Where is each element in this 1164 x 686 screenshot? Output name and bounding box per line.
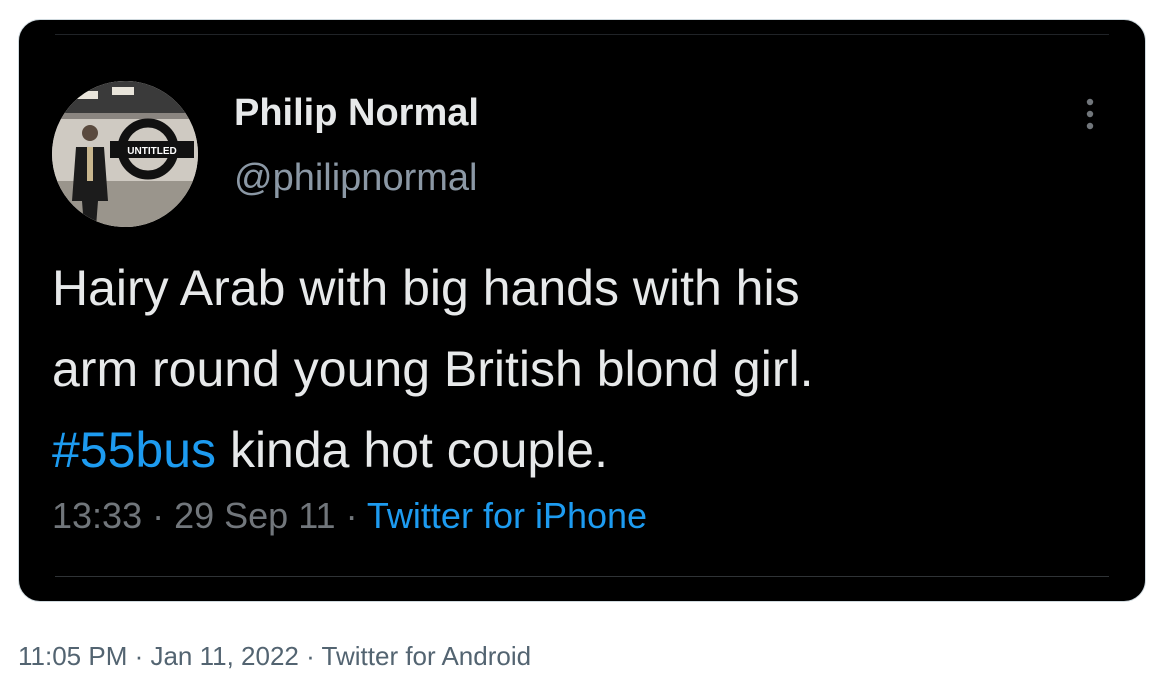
tweet-source[interactable]: Twitter for Android xyxy=(322,641,532,671)
tweet-source-link[interactable]: Twitter for iPhone xyxy=(367,495,647,536)
tweet-text-line: #55bus kinda hot couple. xyxy=(52,410,1112,491)
tweet-time[interactable]: 13:33 xyxy=(52,495,142,536)
avatar[interactable]: UNTITLED xyxy=(52,81,198,227)
more-options-button[interactable] xyxy=(1076,96,1104,132)
divider xyxy=(55,576,1109,577)
meta-separator: · xyxy=(127,641,151,671)
quoted-tweet-card[interactable]: UNTITLED Philip Normal @philipnormal Hai… xyxy=(18,19,1146,602)
meta-separator: · xyxy=(335,495,367,536)
tweet-text-line: arm round young British blond girl. xyxy=(52,341,814,397)
avatar-photo: UNTITLED xyxy=(52,81,198,227)
quoted-tweet-meta: 13:33 · 29 Sep 11 · Twitter for iPhone xyxy=(52,494,647,538)
meta-separator: · xyxy=(298,641,322,671)
tweet-meta: 11:05 PM · Jan 11, 2022 · Twitter for An… xyxy=(18,639,531,673)
tweet-screenshot: UNTITLED Philip Normal @philipnormal Hai… xyxy=(0,0,1164,686)
divider xyxy=(55,34,1109,35)
tweet-text: Hairy Arab with big hands with his arm r… xyxy=(52,248,1112,491)
tweet-text-fragment: kinda hot couple. xyxy=(216,422,608,478)
author-handle[interactable]: @philipnormal xyxy=(234,156,477,200)
tweet-date[interactable]: Jan 11, 2022 xyxy=(150,641,298,671)
avatar-sign-text: UNTITLED xyxy=(127,146,176,157)
meta-separator: · xyxy=(142,495,175,536)
tweet-time[interactable]: 11:05 PM xyxy=(18,641,127,671)
more-vertical-icon xyxy=(1086,98,1094,130)
tweet-text-line: Hairy Arab with big hands with his xyxy=(52,260,800,316)
hashtag-link[interactable]: #55bus xyxy=(52,422,216,478)
author-display-name[interactable]: Philip Normal xyxy=(234,91,479,135)
tweet-date[interactable]: 29 Sep 11 xyxy=(174,495,335,536)
